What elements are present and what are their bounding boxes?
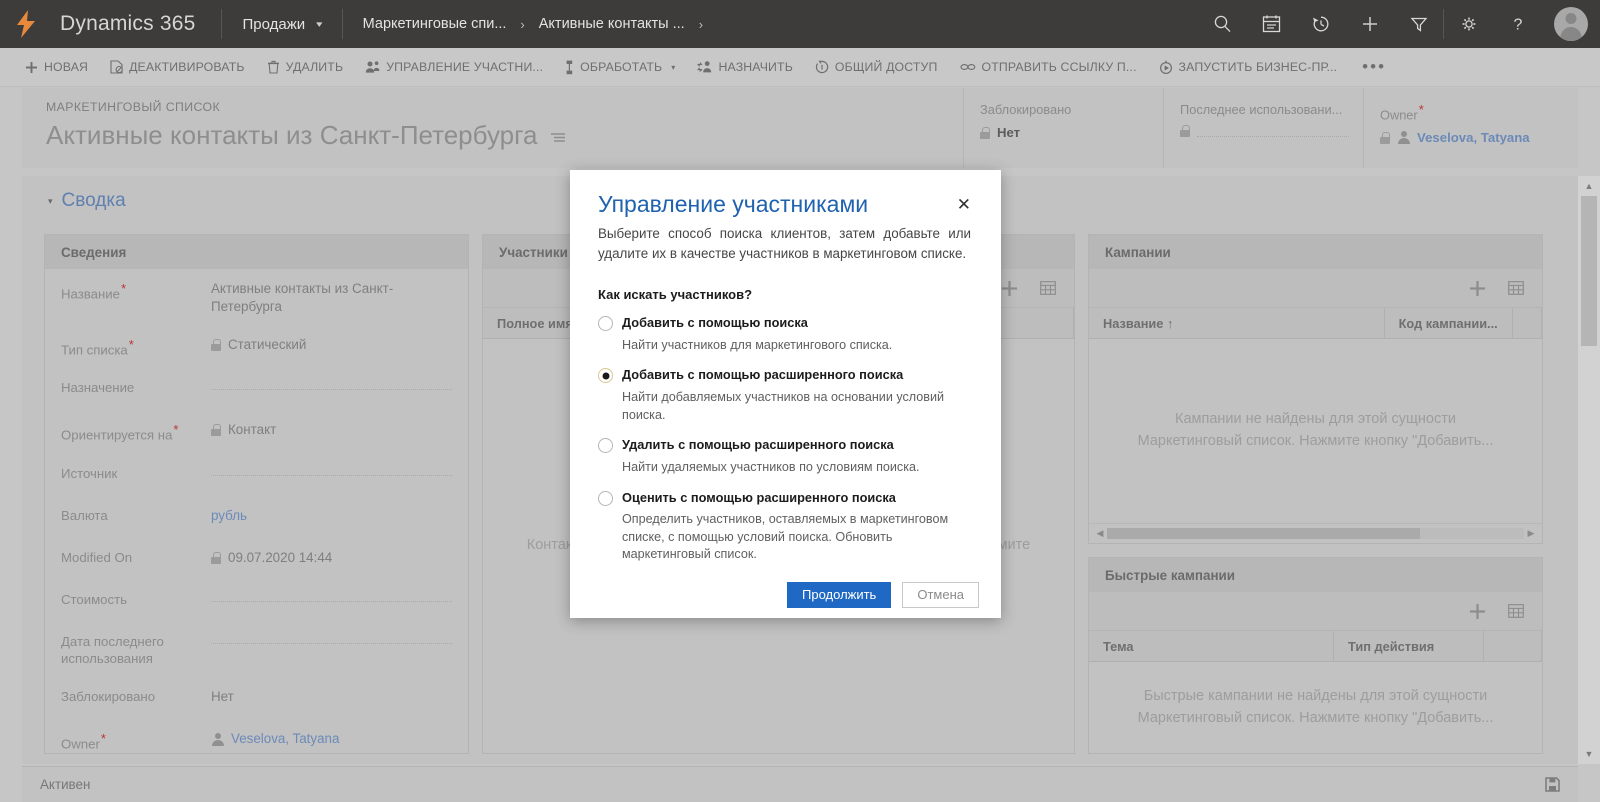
radio-option-evaluate-advanced-find[interactable]: Оценить с помощью расширенного поиска Оп… [598,490,973,565]
radio-option-add-lookup[interactable]: Добавить с помощью поиска Найти участник… [598,315,973,354]
radio-button-selected-icon[interactable] [598,368,613,384]
radio-label: Удалить с помощью расширенного поиска [622,437,894,453]
radio-label: Оценить с помощью расширенного поиска [622,489,896,505]
radio-help-text: Найти удаляемых участников по условиям п… [622,459,920,474]
dialog-question-label: Как искать участников? [598,287,753,303]
radio-button-unselected-icon[interactable] [598,438,613,454]
radio-line[interactable]: Добавить с помощью поиска [598,315,973,332]
dialog-title: Управление участниками [598,191,869,217]
dialog-body: Управление участниками ✕ Выберите способ… [570,170,1001,577]
radio-help-text: Найти добавляемых участников на основани… [622,390,945,422]
radio-help-text: Определить участников, оставляемых в мар… [622,512,949,562]
radio-label: Добавить с помощью поиска [622,315,808,331]
radio-button-unselected-icon[interactable] [598,316,613,332]
radio-line[interactable]: Оценить с помощью расширенного поиска [598,490,973,507]
radio-group-search-method: Добавить с помощью поиска Найти участник… [598,315,973,564]
close-icon[interactable]: ✕ [951,192,973,213]
dialog-header: Управление участниками ✕ [598,191,973,217]
radio-line[interactable]: Удалить с помощью расширенного поиска [598,437,973,454]
radio-line[interactable]: Добавить с помощью расширенного поиска [598,367,973,384]
radio-option-remove-advanced-find[interactable]: Удалить с помощью расширенного поиска На… [598,437,973,476]
radio-button-unselected-icon[interactable] [598,490,613,506]
radio-option-add-advanced-find[interactable]: Добавить с помощью расширенного поиска Н… [598,367,973,424]
radio-help-text: Найти участников для маркетингового спис… [622,337,893,352]
dialog-description: Выберите способ поиска клиентов, затем д… [598,226,971,261]
radio-label: Добавить с помощью расширенного поиска [622,367,904,383]
manage-members-dialog: Управление участниками ✕ Выберите способ… [570,170,1001,618]
continue-button[interactable]: Продолжить [787,581,892,608]
cancel-button[interactable]: Отмена [902,581,979,608]
dialog-footer: Продолжить Отмена [570,577,1001,618]
